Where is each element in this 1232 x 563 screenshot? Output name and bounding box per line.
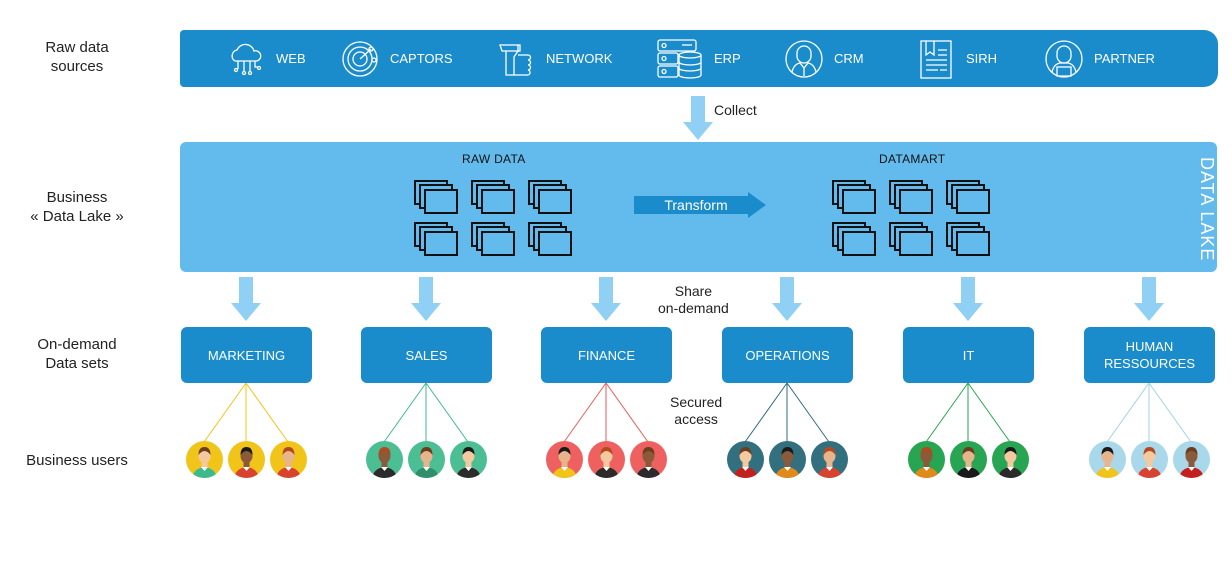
user-avatar[interactable]: [186, 441, 223, 478]
access-line: [744, 382, 788, 443]
user-avatar[interactable]: [992, 441, 1029, 478]
access-line: [1148, 382, 1192, 443]
access-line: [1106, 382, 1150, 443]
dataset-operations[interactable]: OPERATIONS: [722, 327, 853, 383]
user-avatar[interactable]: [546, 441, 583, 478]
user-avatar[interactable]: [450, 441, 487, 478]
user-avatar[interactable]: [950, 441, 987, 478]
access-line: [925, 382, 969, 443]
user-avatar[interactable]: [1089, 441, 1126, 478]
access-line: [786, 382, 830, 443]
access-line: [563, 382, 607, 443]
user-avatar[interactable]: [811, 441, 848, 478]
user-avatar[interactable]: [769, 441, 806, 478]
access-line: [967, 382, 1011, 443]
access-line: [605, 382, 649, 443]
user-avatar[interactable]: [1173, 441, 1210, 478]
access-line: [245, 382, 289, 443]
user-avatar[interactable]: [630, 441, 667, 478]
access-line: [383, 382, 427, 443]
access-line: [203, 382, 247, 443]
access-line: [425, 382, 469, 443]
user-avatar[interactable]: [588, 441, 625, 478]
dataset-human-ressources[interactable]: HUMAN RESSOURCES: [1084, 327, 1215, 383]
dataset-it[interactable]: IT: [903, 327, 1034, 383]
user-avatar[interactable]: [228, 441, 265, 478]
user-avatar[interactable]: [908, 441, 945, 478]
dataset-finance[interactable]: FINANCE: [541, 327, 672, 383]
user-avatar[interactable]: [727, 441, 764, 478]
user-avatar[interactable]: [366, 441, 403, 478]
access-lines: [203, 382, 1192, 443]
user-avatar[interactable]: [1131, 441, 1168, 478]
user-avatar[interactable]: [408, 441, 445, 478]
user-avatar[interactable]: [270, 441, 307, 478]
dataset-sales[interactable]: SALES: [361, 327, 492, 383]
dataset-marketing[interactable]: MARKETING: [181, 327, 312, 383]
